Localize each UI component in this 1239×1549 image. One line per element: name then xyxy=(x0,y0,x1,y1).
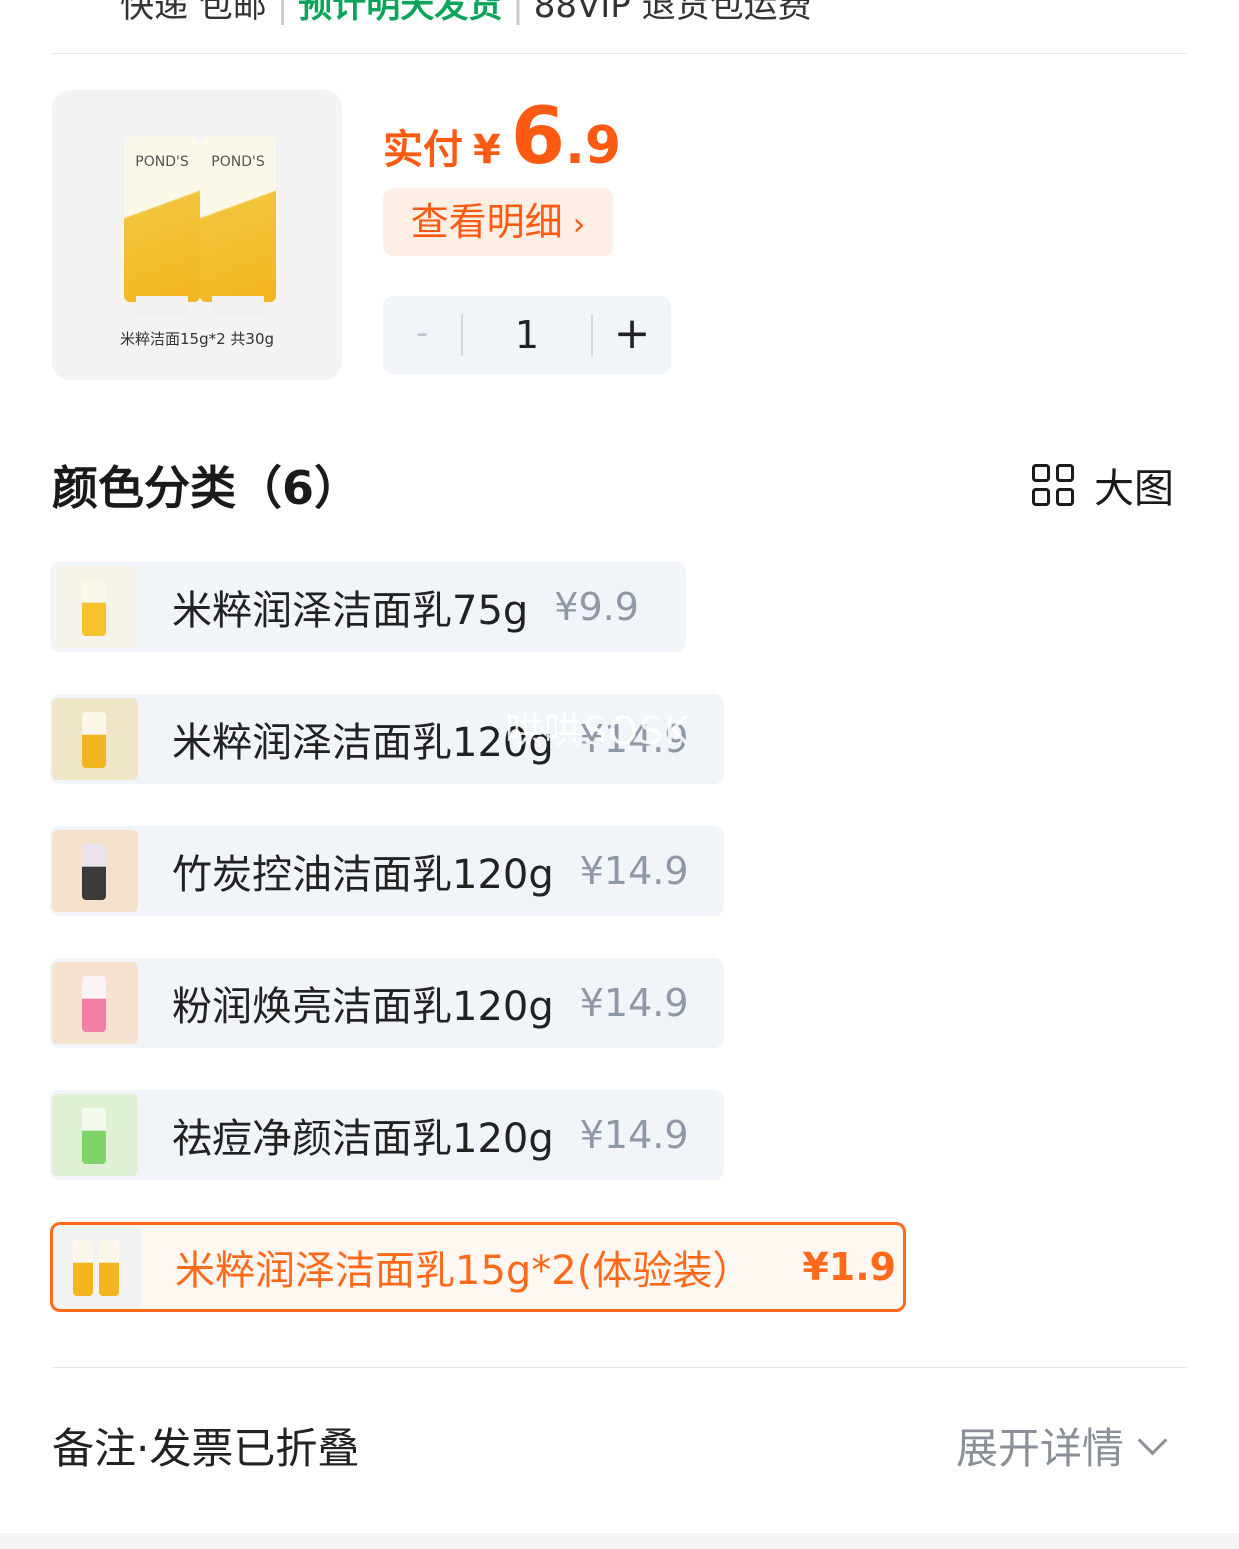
option-item[interactable]: 竹炭控油洁面乳120g ¥14.9 xyxy=(50,826,724,916)
delivery-estimate: 预计明天发货 xyxy=(298,0,503,26)
option-name: 粉润焕亮洁面乳120g xyxy=(172,984,554,1030)
section-title: 颜色分类（6） xyxy=(52,461,361,515)
option-thumbnail xyxy=(52,962,138,1044)
chevron-right-icon: › xyxy=(572,205,586,243)
shipping-text: 快递 包邮 xyxy=(120,0,267,26)
view-detail-label: 查看明细 xyxy=(410,200,563,244)
vip-return-text: 88VIP 退货包运费 xyxy=(533,0,812,26)
divider xyxy=(52,1367,1187,1368)
option-price: ¥14.9 xyxy=(579,981,689,1025)
separator: | xyxy=(512,0,524,26)
decrease-button[interactable]: - xyxy=(383,296,461,374)
option-name: 米粹润泽洁面乳75g xyxy=(172,588,529,634)
option-price: ¥14.9 xyxy=(579,849,689,893)
quantity-stepper: - 1 + xyxy=(383,296,671,374)
option-thumbnail xyxy=(52,1094,138,1176)
option-price: ¥1.9 xyxy=(802,1245,897,1289)
option-item[interactable]: 米粹润泽洁面乳75g ¥9.9 xyxy=(50,562,686,652)
price-integer: 6 xyxy=(510,92,566,182)
divider xyxy=(52,53,1187,54)
quantity-value[interactable]: 1 xyxy=(463,296,591,374)
product-image[interactable]: POND'S POND'S 米粹洁面15g*2 共30g xyxy=(52,90,342,380)
separator: | xyxy=(276,0,289,26)
price-decimal: .9 xyxy=(565,116,622,176)
big-view-label: 大图 xyxy=(1094,466,1174,512)
option-name: 米粹润泽洁面乳120g xyxy=(172,720,554,766)
option-thumbnail xyxy=(55,1226,141,1308)
view-detail-button[interactable]: 查看明细 › xyxy=(383,188,613,256)
watermark: 哄哄SOSK xyxy=(505,709,691,753)
product-tube-left: POND'S xyxy=(124,136,200,302)
big-view-toggle[interactable]: 大图 xyxy=(1032,460,1174,512)
product-tube-right: POND'S xyxy=(200,136,276,302)
bottom-bar xyxy=(0,1533,1239,1549)
option-name: 米粹润泽洁面乳15g*2(体验装） xyxy=(175,1248,753,1294)
option-name: 竹炭控油洁面乳120g xyxy=(172,852,554,898)
option-item-selected[interactable]: 米粹润泽洁面乳15g*2(体验装） ¥1.9 xyxy=(50,1222,906,1312)
chevron-down-icon xyxy=(1137,1425,1168,1456)
option-name: 祛痘净颜洁面乳120g xyxy=(172,1116,554,1162)
currency-symbol: ¥ xyxy=(473,127,501,173)
option-thumbnail xyxy=(52,698,138,780)
expand-details-label: 展开详情 xyxy=(956,1424,1125,1473)
option-item[interactable]: 祛痘净颜洁面乳120g ¥14.9 xyxy=(50,1090,724,1180)
option-price: ¥14.9 xyxy=(579,1113,689,1157)
actual-price: 实付 ¥6.9 xyxy=(383,92,621,182)
tube-brand: POND'S xyxy=(135,154,189,170)
option-thumbnail xyxy=(52,566,138,648)
increase-button[interactable]: + xyxy=(593,296,671,374)
tube-brand: POND'S xyxy=(211,154,265,170)
product-image-caption: 米粹洁面15g*2 共30g xyxy=(119,330,275,348)
expand-details-button[interactable]: 展开详情 xyxy=(956,1415,1168,1476)
option-item[interactable]: 粉润焕亮洁面乳120g ¥14.9 xyxy=(50,958,724,1048)
grid-view-icon xyxy=(1032,464,1074,506)
delivery-info-bar: 快递 包邮 | 预计明天发货 | 88VIP 退货包运费 xyxy=(120,0,812,26)
pay-label: 实付 xyxy=(383,127,463,173)
option-price: ¥9.9 xyxy=(554,585,639,629)
option-thumbnail xyxy=(52,830,138,912)
tube-cap xyxy=(136,296,188,316)
tube-cap xyxy=(212,296,264,316)
remark-invoice-label: 备注·发票已折叠 xyxy=(52,1424,360,1473)
